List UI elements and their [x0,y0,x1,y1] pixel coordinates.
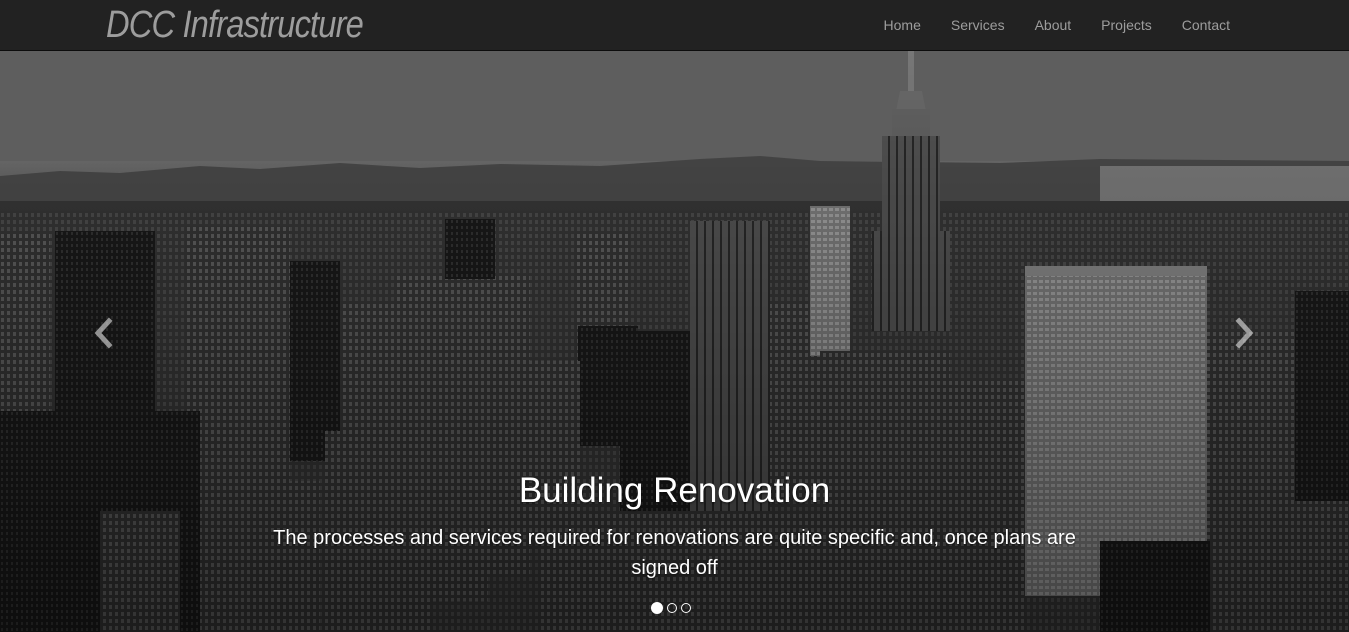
chevron-right-icon [1235,317,1254,349]
chevron-left-icon [94,317,113,349]
carousel-indicators [651,602,691,614]
nav-link-services[interactable]: Services [936,0,1020,50]
nav-link-projects[interactable]: Projects [1086,0,1167,50]
carousel-next-control[interactable] [1229,315,1259,351]
carousel-indicator-3[interactable] [681,603,691,613]
carousel-caption: Building Renovation The processes and se… [252,469,1097,583]
slide-text: The processes and services required for … [273,527,1076,579]
nav-menu: Home Services About Projects Contact [869,0,1245,50]
hero-carousel: Building Renovation The processes and se… [0,51,1349,632]
brand-logo[interactable]: DCC Infrastructure [106,4,364,47]
carousel-indicator-2[interactable] [667,603,677,613]
carousel-indicator-1[interactable] [651,602,663,614]
slide-title: Building Renovation [518,471,831,510]
nav-link-contact[interactable]: Contact [1167,0,1245,50]
nav-link-about[interactable]: About [1020,0,1087,50]
nav-link-home[interactable]: Home [869,0,936,50]
navbar: DCC Infrastructure Home Services About P… [0,0,1349,51]
carousel-prev-control[interactable] [89,315,119,351]
